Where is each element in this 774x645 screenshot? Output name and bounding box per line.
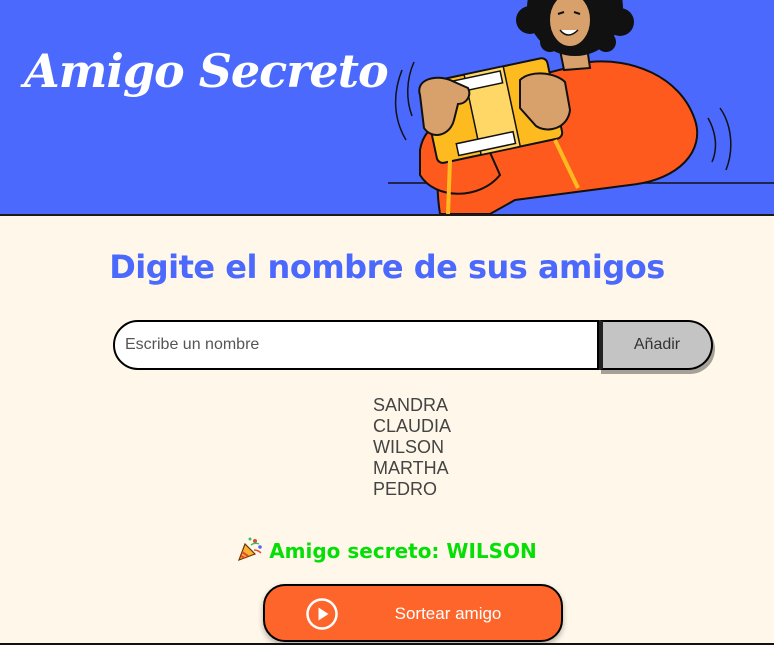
gift-illustration xyxy=(388,0,774,214)
header-banner: Amigo Secreto xyxy=(0,0,774,216)
friends-list: SANDRA CLAUDIA WILSON MARTHA PEDRO xyxy=(373,395,451,500)
result-message: Amigo secreto: WILSON xyxy=(0,536,774,563)
name-input[interactable] xyxy=(113,320,599,370)
list-item: CLAUDIA xyxy=(373,416,452,436)
list-item: SANDRA xyxy=(373,395,449,415)
draw-button-label: Sortear amigo xyxy=(394,604,502,623)
list-item: PEDRO xyxy=(373,479,438,499)
party-popper-icon xyxy=(238,537,262,562)
add-button[interactable]: Añadir xyxy=(599,320,713,370)
list-item: MARTHA xyxy=(373,458,449,478)
add-friend-form: Añadir xyxy=(113,320,713,374)
play-icon xyxy=(306,598,338,630)
result-text: Amigo secreto: WILSON xyxy=(269,539,537,563)
draw-friend-button[interactable]: Sortear amigo xyxy=(263,584,563,642)
list-item: WILSON xyxy=(373,437,445,457)
page: Amigo Secreto Digite el nombre de sus am… xyxy=(0,0,774,645)
main-title: Digite el nombre de sus amigos xyxy=(109,248,665,286)
app-title: Amigo Secreto xyxy=(24,44,389,98)
